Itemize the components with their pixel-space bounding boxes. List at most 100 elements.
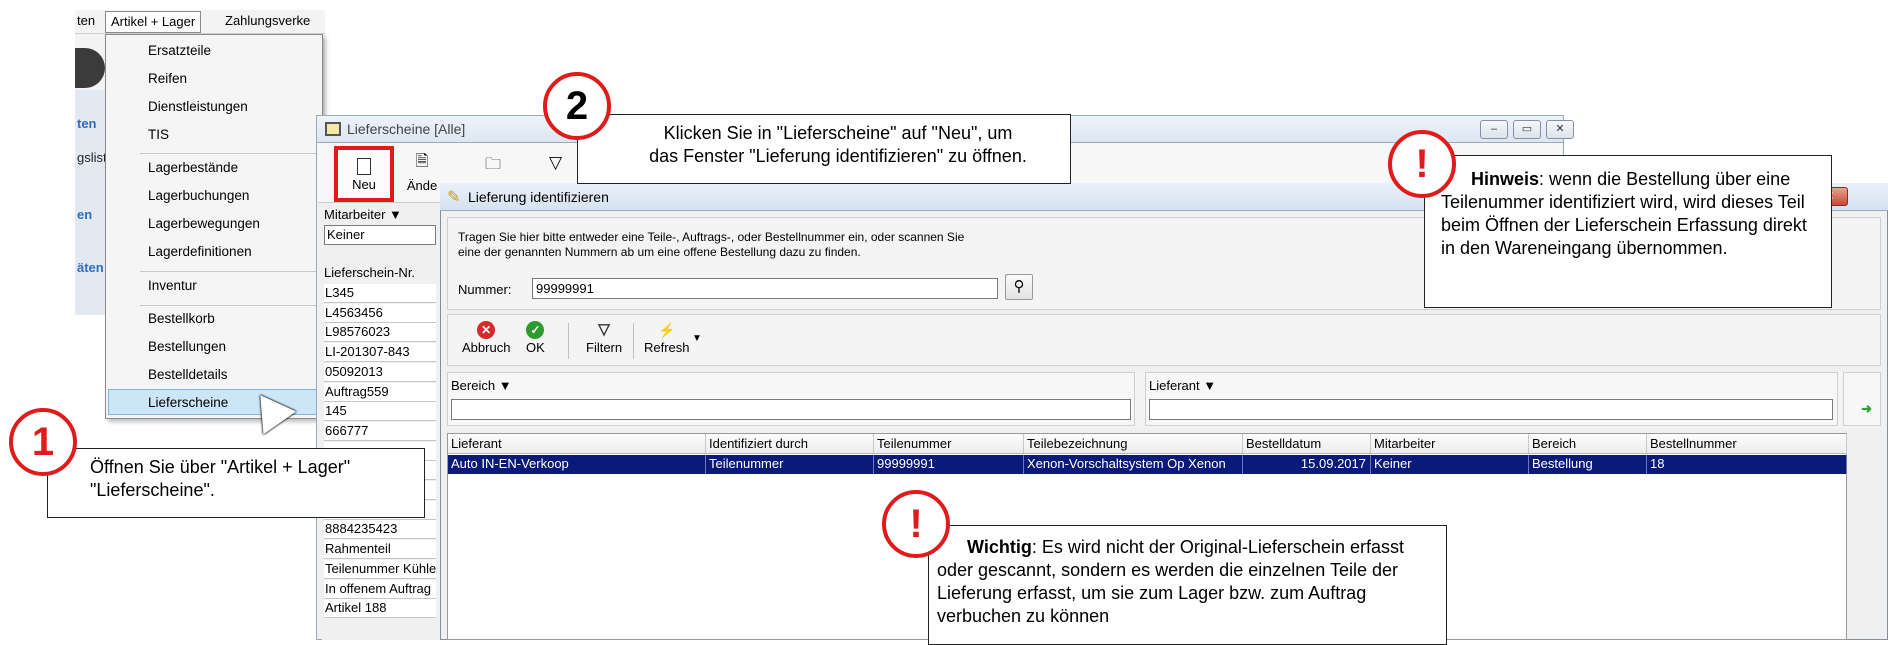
refresh-icon: ⚡ [658, 322, 676, 338]
toolbar-separator [633, 323, 634, 359]
menu-item-bestelldetails[interactable]: Bestelldetails [148, 367, 228, 382]
column-header-bestellnummer[interactable]: Bestellnummer [1647, 434, 1847, 454]
lieferschein-row[interactable]: L98576023 [324, 323, 436, 343]
lieferschein-row[interactable]: 666777 [324, 421, 436, 441]
search-binoculars-button[interactable]: ⚲ [1005, 274, 1033, 300]
lieferschein-row[interactable]: Rahmenteil [324, 540, 436, 560]
abbruch-button[interactable]: ✕ Abbruch [462, 321, 510, 355]
binoculars-icon: ⚲ [1013, 278, 1025, 295]
grid-cell-bestellnummer[interactable]: 18 [1647, 455, 1847, 474]
background-sidebar: ten gslist en äten [75, 90, 107, 315]
window-title: Lieferscheine [Alle] [347, 121, 466, 137]
menu-item-lagerbestaende[interactable]: Lagerbestände [148, 160, 238, 175]
menu-item-lagerbuchungen[interactable]: Lagerbuchungen [148, 188, 249, 203]
new-button-label: Neu [352, 177, 376, 192]
column-header-lieferant[interactable]: Lieferant [448, 434, 706, 454]
filter-panel: Bereich ▼ Lieferant ▼ ➜ [447, 372, 1881, 428]
step2-callout: Klicken Sie in "Lieferscheine" auf "Neu"… [577, 114, 1071, 184]
dialog-title: Lieferung identifizieren [468, 189, 609, 205]
ok-button[interactable]: ✓ OK [526, 321, 545, 355]
menu-item-ersatzteile[interactable]: Ersatzteile [148, 43, 211, 58]
lieferant-label[interactable]: Lieferant ▼ [1149, 378, 1216, 393]
bereich-filter: Bereich ▼ [447, 372, 1135, 426]
folder-new-icon[interactable]: 🗀 [485, 153, 501, 180]
lieferschein-row[interactable]: 8884235423 [324, 520, 436, 540]
menu-item-artikel-lager[interactable]: Artikel + Lager [105, 11, 202, 33]
grid-cell-bereich[interactable]: Bestellung [1529, 455, 1647, 474]
menu-item-lagerbewegungen[interactable]: Lagerbewegungen [148, 216, 260, 231]
hint-callout: Hinweis: wenn die Bestellung über eine T… [1424, 155, 1832, 308]
check-icon: ✓ [526, 321, 545, 339]
sidebar-item[interactable]: äten [77, 260, 104, 275]
step1-badge: 1 [9, 408, 77, 476]
menu-item-prev[interactable]: ten [77, 13, 95, 28]
column-header-mitarbeiter[interactable]: Mitarbeiter [1371, 434, 1529, 454]
new-button[interactable]: Neu [334, 146, 394, 202]
filter-label: Mitarbeiter ▼ [324, 207, 402, 222]
menu-separator [140, 153, 320, 154]
menu-item-inventur[interactable]: Inventur [148, 278, 197, 293]
lieferschein-row[interactable]: 145 [324, 402, 436, 422]
grid-cell-mitarbeiter[interactable]: Keiner [1371, 455, 1529, 474]
menu-separator [140, 305, 320, 306]
grid-cell-bestelldatum[interactable]: 15.09.2017 [1243, 455, 1371, 474]
lieferschein-row[interactable]: LI-201307-843 [324, 343, 436, 363]
minimize-button[interactable]: – [1480, 120, 1508, 139]
window-icon [325, 122, 341, 136]
nummer-input[interactable]: 99999991 [532, 278, 998, 299]
lieferschein-row[interactable]: Teilenummer Kühle [324, 559, 436, 579]
filtern-button[interactable]: ▽ Filtern [586, 321, 622, 355]
menu-item-dienstleistungen[interactable]: Dienstleistungen [148, 99, 248, 114]
menu-item-tis[interactable]: TIS [148, 127, 169, 142]
apply-arrow-icon[interactable]: ➜ [1861, 401, 1872, 417]
lieferschein-row[interactable]: L4563456 [324, 303, 436, 323]
grid-cell-teilenummer[interactable]: 99999991 [874, 455, 1024, 474]
bereich-input[interactable] [451, 399, 1131, 420]
menu-separator [140, 271, 320, 272]
grid-cell-teilebezeichnung[interactable]: Xenon-Vorschaltsystem Op Xenon [1024, 455, 1243, 474]
step1-callout: Öffnen Sie über "Artikel + Lager" "Liefe… [47, 448, 425, 518]
column-header-bestelldatum[interactable]: Bestelldatum [1243, 434, 1371, 454]
hint-exclamation-icon: ! [1388, 130, 1456, 198]
menu-item-lieferscheine[interactable]: Lieferscheine [148, 395, 228, 410]
important-callout: Wichtig: Es wird nicht der Original-Lief… [928, 525, 1447, 645]
lieferschein-row[interactable]: L345 [324, 284, 436, 303]
mitarbeiter-filter[interactable]: Keiner [324, 225, 436, 245]
edit-button[interactable]: 🗎 Ände [402, 150, 442, 195]
lieferant-filter: Lieferant ▼ [1145, 372, 1838, 426]
grid-cell-lieferant[interactable]: Auto IN-EN-Verkoop [448, 455, 706, 474]
column-header-teilenummer[interactable]: Teilenummer [874, 434, 1024, 454]
bereich-label[interactable]: Bereich ▼ [451, 378, 512, 393]
column-header-teilebezeichnung[interactable]: Teilebezeichnung [1024, 434, 1243, 454]
menu-item-reifen[interactable]: Reifen [148, 71, 187, 86]
column-header-identifiziert-durch[interactable]: Identifiziert durch [706, 434, 874, 454]
column-header-bereich[interactable]: Bereich [1529, 434, 1647, 454]
nummer-label: Nummer: [458, 282, 512, 297]
menu-item-zahlungsverkehr[interactable]: Zahlungsverke [225, 13, 310, 28]
refresh-dropdown-arrow[interactable]: ▼ [692, 333, 702, 344]
edit-button-label: Ände [406, 178, 438, 193]
grid-cell-identifiziert-durch[interactable]: Teilenummer [706, 455, 874, 474]
edit-icon: 🗎 [415, 153, 429, 170]
sidebar-item[interactable]: ten [77, 116, 97, 131]
new-document-icon [357, 158, 371, 175]
instruction-text: Tragen Sie hier bitte entweder eine Teil… [458, 230, 965, 259]
menu-item-lagerdefinitionen[interactable]: Lagerdefinitionen [148, 244, 252, 259]
refresh-button[interactable]: ⚡ Refresh [644, 321, 690, 355]
sidebar-item[interactable]: en [77, 207, 92, 222]
lieferant-input[interactable] [1149, 399, 1833, 420]
lieferschein-row[interactable]: 05092013 [324, 362, 436, 382]
lieferschein-row[interactable]: Auftrag559 [324, 382, 436, 402]
dialog-toolbar: ✕ Abbruch ✓ OK ▽ Filtern ⚡ Refresh ▼ [447, 314, 1881, 366]
step2-badge: 2 [543, 72, 611, 140]
maximize-button[interactable]: ▭ [1513, 120, 1541, 139]
apply-filter-box: ➜ [1843, 372, 1881, 426]
filter-icon[interactable]: ▽ [549, 153, 562, 173]
menu-item-bestellkorb[interactable]: Bestellkorb [148, 311, 215, 326]
menu-item-bestellungen[interactable]: Bestellungen [148, 339, 226, 354]
lieferschein-row[interactable]: In offenem Auftrag [324, 579, 436, 599]
lieferschein-row[interactable]: Artikel 188 [324, 599, 436, 619]
close-button[interactable]: ✕ [1546, 120, 1574, 139]
column-header-lieferschein-nr[interactable]: Lieferschein-Nr. [324, 265, 415, 280]
sidebar-item[interactable]: gslist [77, 150, 107, 165]
